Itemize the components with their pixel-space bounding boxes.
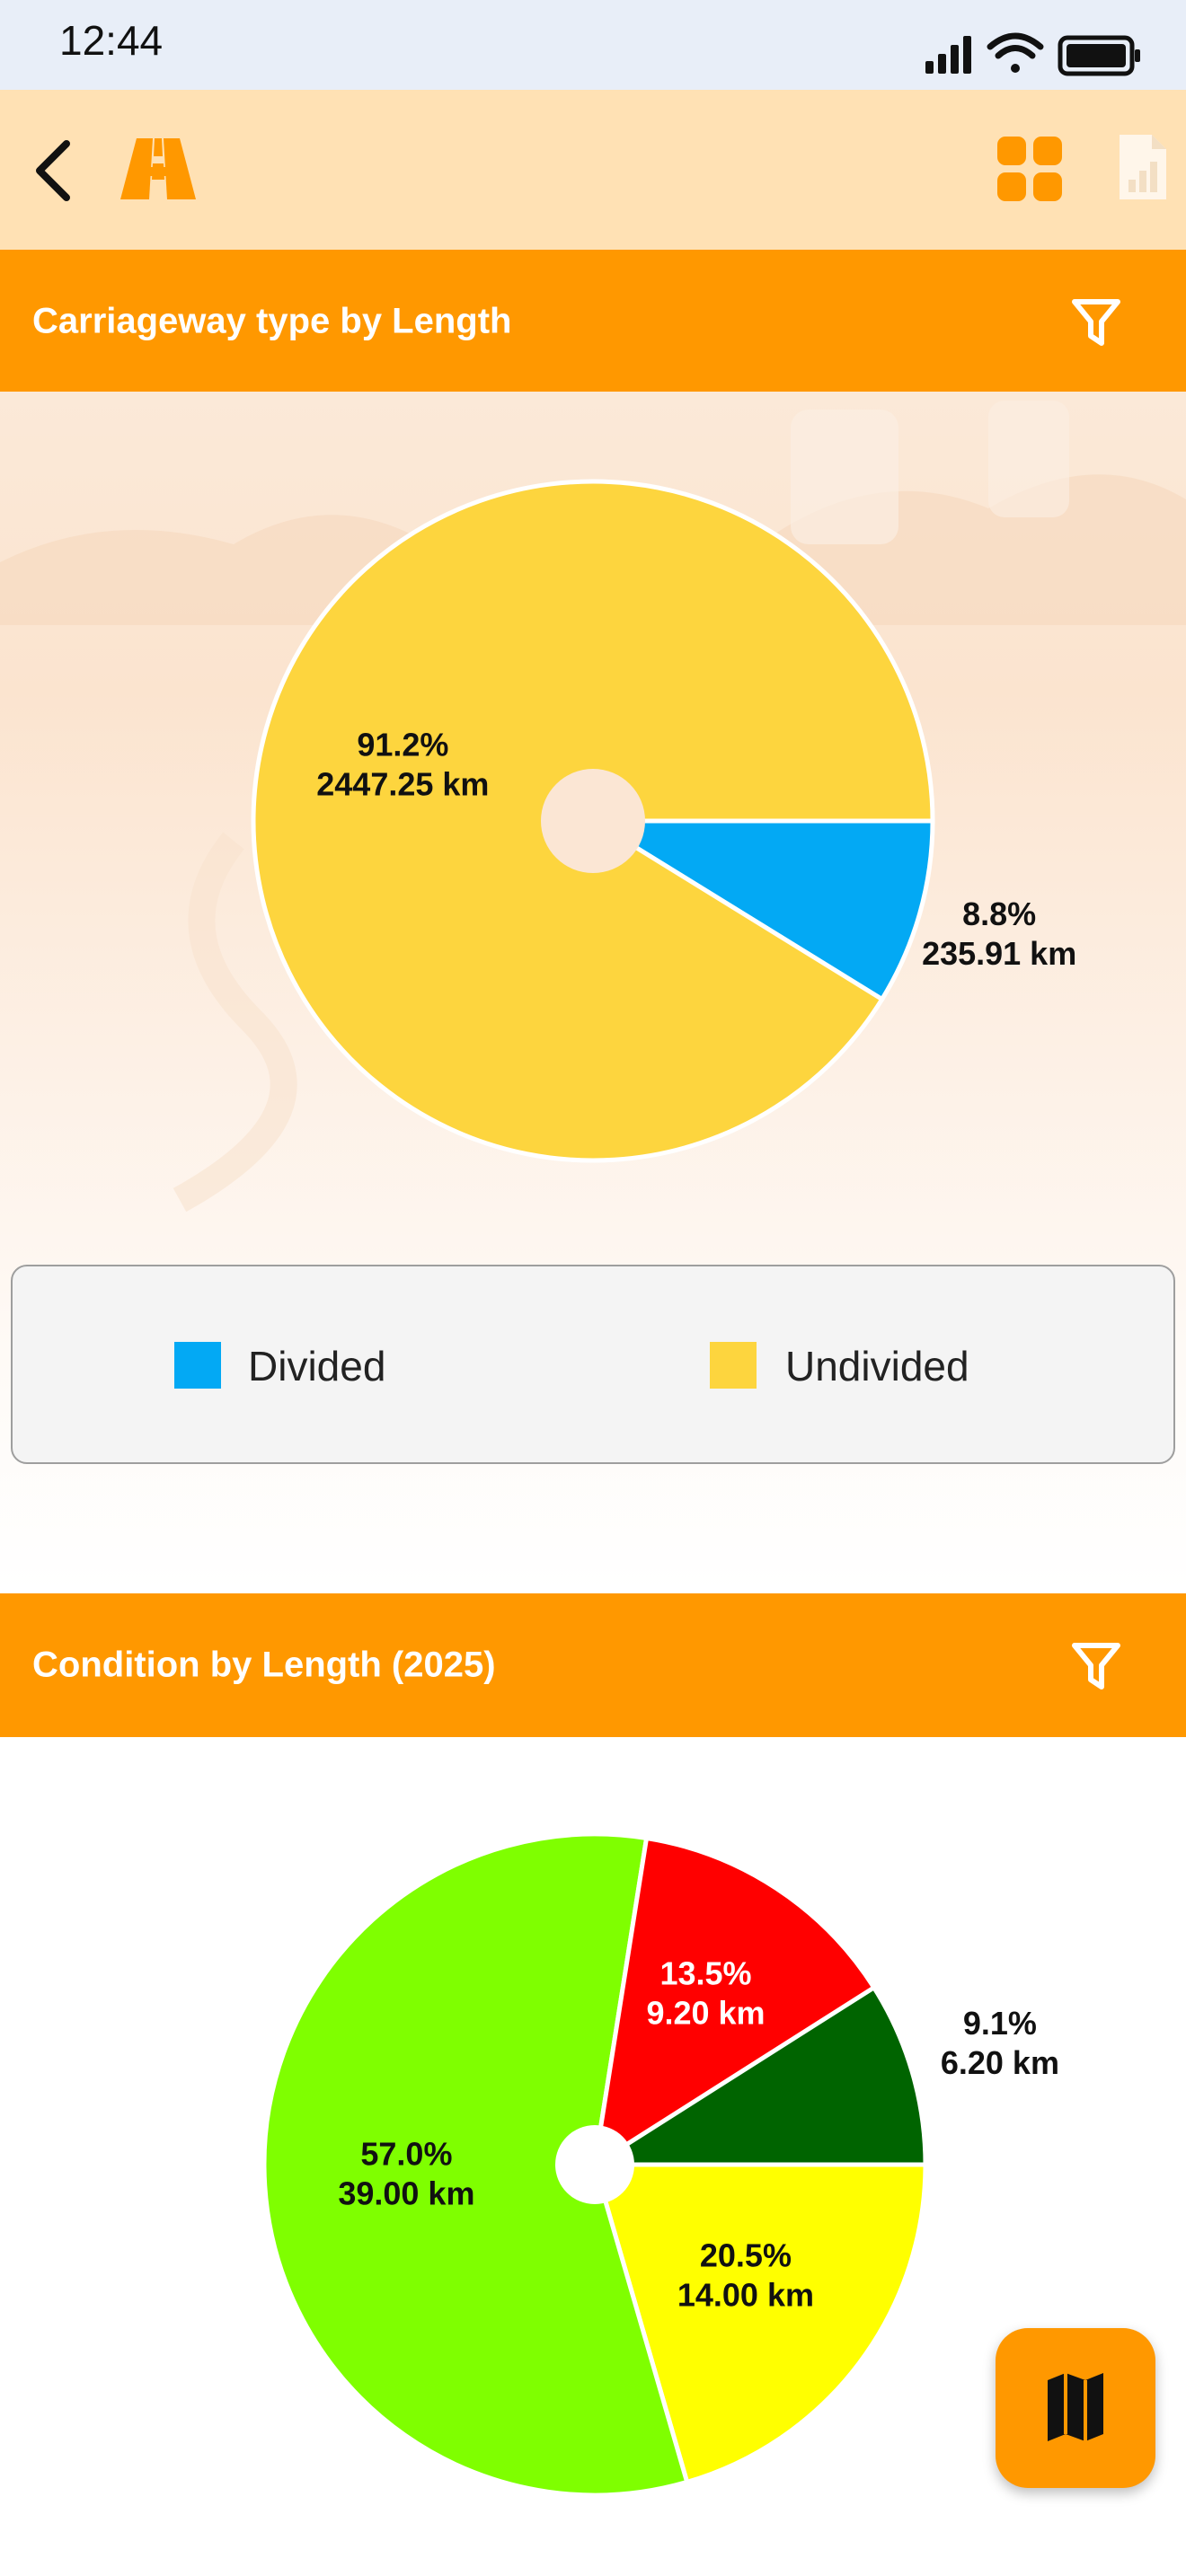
back-icon[interactable]: [25, 135, 79, 207]
pie-center-hole: [555, 2125, 634, 2204]
legend-label-undivided: Undivided: [785, 1343, 969, 1389]
legend-label-divided: Divided: [248, 1343, 386, 1389]
slice-value-label: 2447.25 km: [316, 765, 489, 802]
pie-center-hole: [541, 769, 645, 873]
section-title: Carriageway type by Length: [32, 301, 512, 341]
wifi-icon: [987, 32, 1044, 73]
slice-value-label: 6.20 km: [941, 2044, 1059, 2081]
signal-icon: [925, 36, 971, 74]
slice-percent-label: 8.8%: [962, 895, 1036, 932]
slice-value-label: 235.91 km: [922, 935, 1076, 972]
slice-percent-label: 13.5%: [659, 1954, 751, 1991]
section-header-carriageway: Carriageway type by Length: [0, 250, 1186, 393]
chart-carriageway-type: 8.8%235.91 km 91.2%2447.25 km: [251, 479, 1076, 1163]
slice-value-label: 14.00 km: [677, 2277, 814, 2314]
filter-icon[interactable]: [1069, 295, 1123, 348]
slice-percent-label: 20.5%: [700, 2237, 792, 2274]
filter-icon[interactable]: [1069, 1638, 1123, 1692]
legend-carriageway: Divided Undivided: [11, 1265, 1175, 1464]
slice-value-label: 39.00 km: [338, 2175, 474, 2212]
status-icons: [925, 32, 1140, 76]
status-bar: 12:44: [0, 0, 1186, 90]
section-header-condition: Condition by Length (2025): [0, 1593, 1186, 1737]
slice-percent-label: 91.2%: [357, 726, 448, 763]
slice-percent-label: 57.0%: [360, 2136, 452, 2173]
map-button[interactable]: [996, 2328, 1155, 2488]
legend-swatch-divided: [174, 1342, 221, 1389]
legend-swatch-undivided: [710, 1342, 757, 1389]
status-time: 12:44: [59, 17, 164, 64]
map-icon: [1048, 2373, 1103, 2441]
report-chart-icon[interactable]: [1116, 131, 1170, 203]
road-icon: [120, 138, 196, 199]
slice-percent-label: 9.1%: [963, 2005, 1037, 2042]
grid-icon[interactable]: [996, 135, 1064, 203]
battery-icon: [1058, 35, 1140, 76]
app-header: [0, 90, 1186, 250]
slice-value-label: 9.20 km: [646, 1994, 765, 2031]
section-title: Condition by Length (2025): [32, 1645, 496, 1685]
